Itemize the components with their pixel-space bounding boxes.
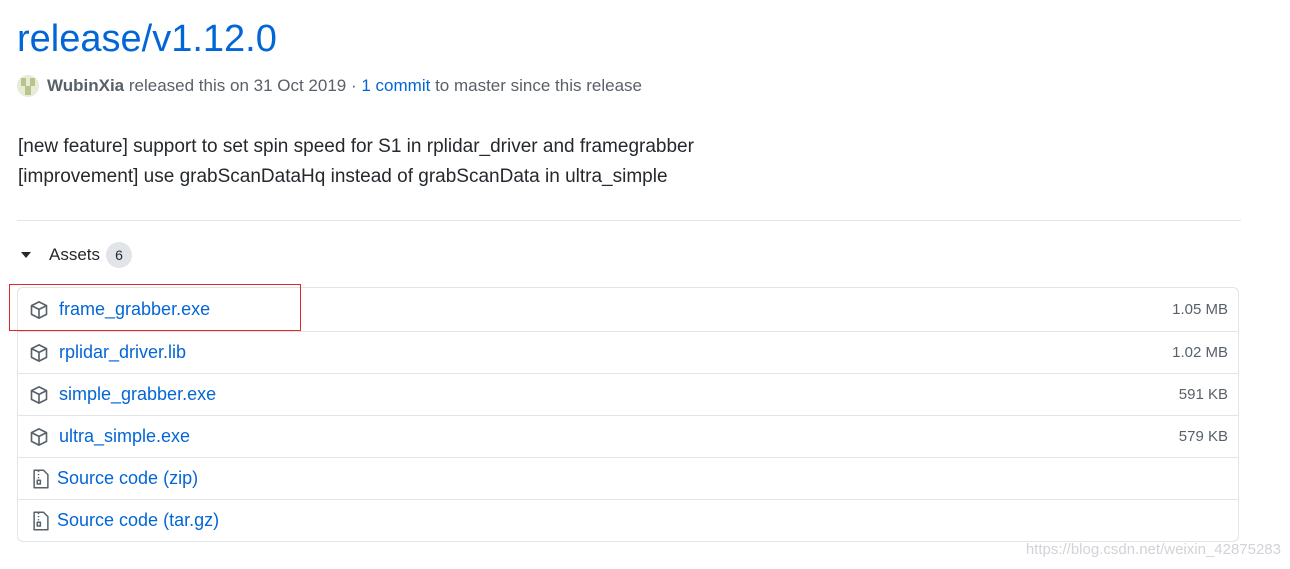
assets-label: Assets bbox=[49, 245, 101, 264]
asset-link[interactable]: frame_grabber.exe bbox=[59, 299, 210, 320]
asset-size: 591 KB bbox=[1178, 386, 1228, 403]
package-icon bbox=[29, 300, 49, 320]
asset-size: 1.02 MB bbox=[1172, 344, 1228, 361]
package-icon bbox=[29, 427, 49, 447]
avatar[interactable] bbox=[17, 75, 39, 97]
asset-row: rplidar_driver.lib 1.02 MB bbox=[18, 331, 1238, 373]
release-note-line: [new feature] support to set spin speed … bbox=[18, 136, 694, 157]
divider bbox=[17, 220, 1241, 221]
release-title[interactable]: release/v1.12.0 bbox=[17, 14, 277, 64]
commit-link[interactable]: 1 commit bbox=[361, 76, 430, 96]
asset-size: 579 KB bbox=[1178, 428, 1228, 445]
author-link[interactable]: WubinXia bbox=[47, 76, 124, 96]
assets-list: frame_grabber.exe 1.05 MB rplidar_driver… bbox=[17, 287, 1239, 542]
package-icon bbox=[29, 343, 49, 363]
assets-count-badge: 6 bbox=[106, 242, 133, 268]
asset-row: simple_grabber.exe 591 KB bbox=[18, 373, 1238, 415]
asset-row: ultra_simple.exe 579 KB bbox=[18, 415, 1238, 457]
released-text: released this on 31 Oct 2019 · bbox=[128, 76, 357, 95]
asset-row: frame_grabber.exe 1.05 MB bbox=[18, 288, 1238, 331]
source-row: Source code (tar.gz) bbox=[18, 499, 1238, 541]
file-zip-icon bbox=[31, 469, 51, 489]
release-meta: WubinXia released this on 31 Oct 2019 · … bbox=[17, 74, 642, 98]
package-icon bbox=[29, 385, 49, 405]
source-format[interactable]: (tar.gz) bbox=[163, 510, 219, 531]
watermark: https://blog.csdn.net/weixin_42875283 bbox=[1025, 541, 1281, 558]
source-code-link[interactable]: Source code bbox=[57, 510, 158, 531]
asset-link[interactable]: rplidar_driver.lib bbox=[59, 342, 186, 363]
source-format[interactable]: (zip) bbox=[163, 468, 198, 489]
source-code-link[interactable]: Source code bbox=[57, 468, 158, 489]
file-zip-icon bbox=[31, 511, 51, 531]
asset-link[interactable]: ultra_simple.exe bbox=[59, 426, 190, 447]
commit-suffix: to master since this release bbox=[435, 76, 642, 95]
assets-toggle[interactable]: Assets 6 bbox=[19, 242, 133, 268]
release-note-line: [improvement] use grabScanDataHq instead… bbox=[18, 166, 668, 187]
release-notes: [new feature] support to set spin speed … bbox=[18, 132, 694, 192]
caret-down-icon bbox=[21, 252, 31, 258]
source-row: Source code (zip) bbox=[18, 457, 1238, 499]
asset-link[interactable]: simple_grabber.exe bbox=[59, 384, 216, 405]
asset-size: 1.05 MB bbox=[1172, 301, 1228, 318]
